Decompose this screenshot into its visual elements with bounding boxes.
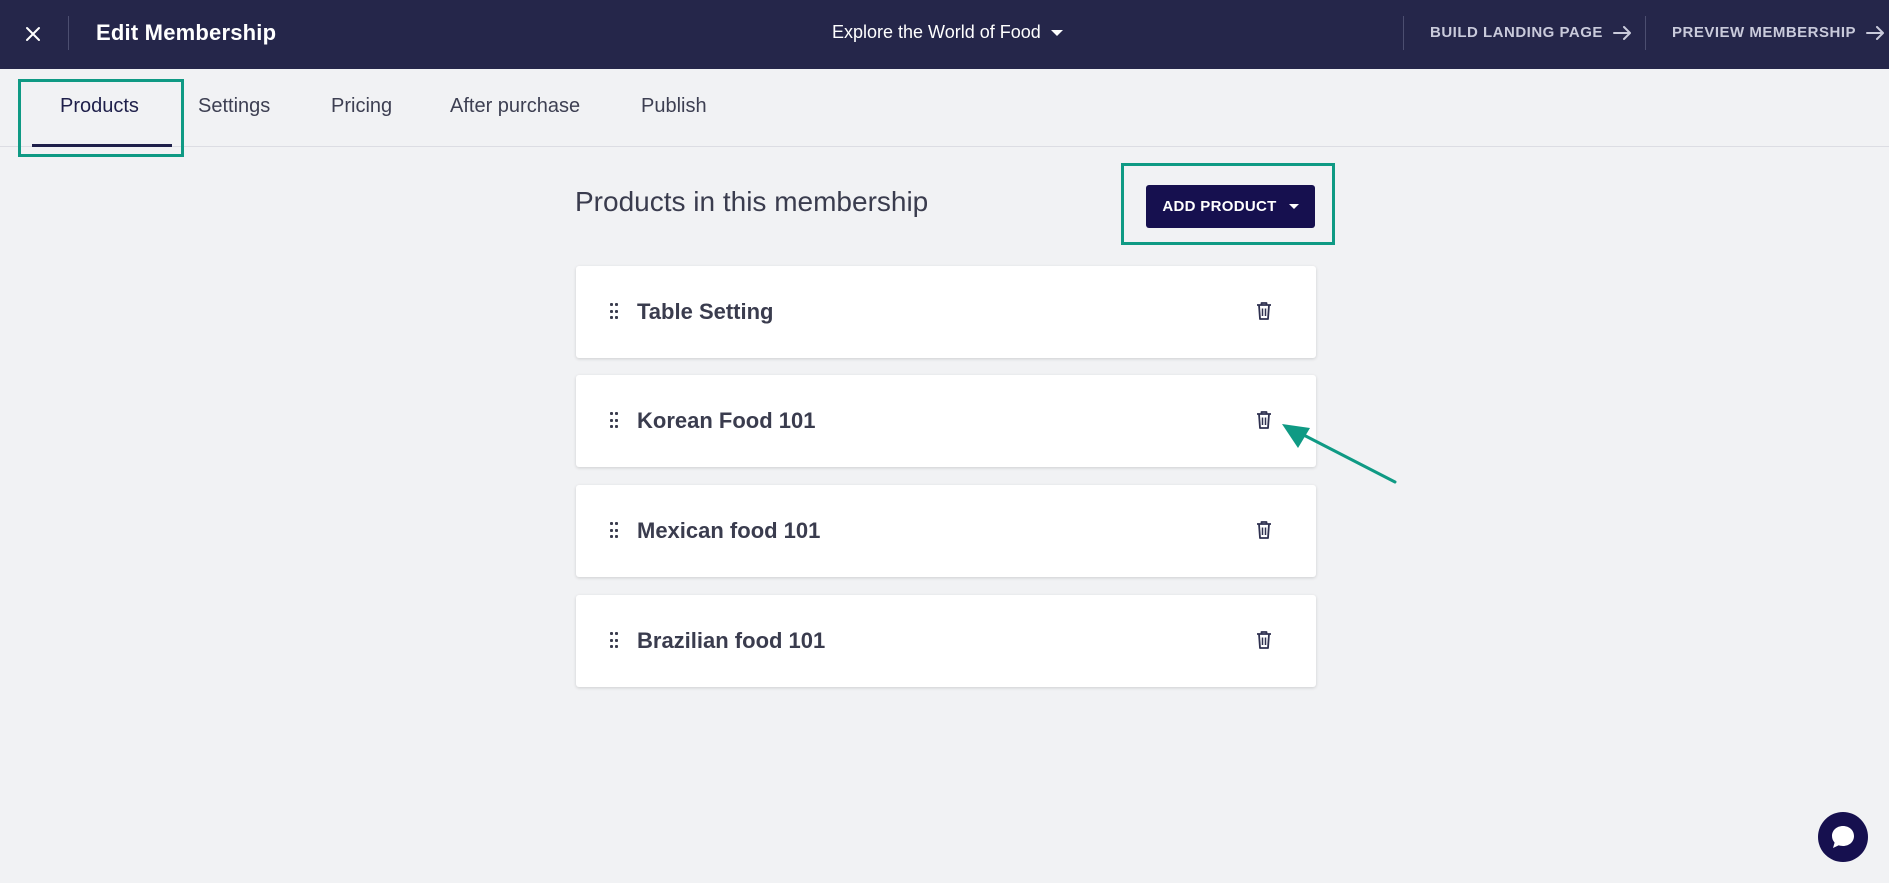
page-title: Edit Membership (96, 20, 277, 45)
divider (1645, 16, 1646, 50)
section-title: Products in this membership (575, 186, 929, 217)
preview-membership-button[interactable]: PREVIEW MEMBERSHIP (1672, 24, 1886, 41)
chevron-down-icon (1288, 204, 1299, 209)
drag-handle-icon[interactable] (610, 522, 618, 540)
list-item: Table Setting (576, 266, 1316, 358)
membership-selector[interactable]: Explore the World of Food (832, 22, 1063, 43)
divider (1403, 16, 1404, 50)
top-bar: Edit Membership Explore the World of Foo… (0, 0, 1889, 69)
arrow-right-icon (1612, 25, 1631, 40)
tab-pricing[interactable]: Pricing (331, 95, 392, 118)
chevron-down-icon (1050, 29, 1063, 36)
delete-product-button[interactable] (1254, 517, 1274, 541)
list-item: Korean Food 101 (576, 375, 1316, 467)
trash-icon (1257, 520, 1271, 539)
annotation-arrow-icon (1282, 424, 1397, 484)
drag-handle-icon[interactable] (610, 632, 618, 650)
chat-icon (1832, 826, 1854, 848)
tab-settings[interactable]: Settings (198, 95, 270, 118)
tab-bar: Products Settings Pricing After purchase… (0, 69, 1889, 147)
preview-membership-label: PREVIEW MEMBERSHIP (1672, 24, 1857, 41)
active-tab-indicator (32, 144, 172, 147)
add-product-button[interactable]: ADD PRODUCT (1146, 185, 1315, 228)
delete-product-button[interactable] (1254, 627, 1274, 651)
tab-after-purchase[interactable]: After purchase (450, 95, 580, 118)
product-name: Table Setting (637, 299, 774, 324)
product-name: Mexican food 101 (637, 518, 821, 543)
delete-product-button[interactable] (1254, 298, 1274, 322)
build-landing-page-label: BUILD LANDING PAGE (1430, 24, 1603, 41)
drag-handle-icon[interactable] (610, 412, 618, 430)
list-item: Mexican food 101 (576, 485, 1316, 577)
chat-button[interactable] (1818, 812, 1868, 862)
close-icon (26, 27, 40, 41)
tab-publish[interactable]: Publish (641, 95, 707, 118)
drag-handle-icon[interactable] (610, 303, 618, 321)
trash-icon (1257, 301, 1271, 320)
build-landing-page-button[interactable]: BUILD LANDING PAGE (1430, 24, 1633, 41)
close-button[interactable] (18, 19, 48, 49)
arrow-right-icon (1866, 25, 1885, 40)
list-item: Brazilian food 101 (576, 595, 1316, 687)
add-product-label: ADD PRODUCT (1162, 198, 1277, 215)
trash-icon (1257, 630, 1271, 649)
divider (68, 16, 69, 50)
tab-products[interactable]: Products (60, 95, 139, 118)
product-name: Korean Food 101 (637, 408, 816, 433)
product-name: Brazilian food 101 (637, 628, 826, 653)
membership-selector-label: Explore the World of Food (832, 22, 1041, 42)
